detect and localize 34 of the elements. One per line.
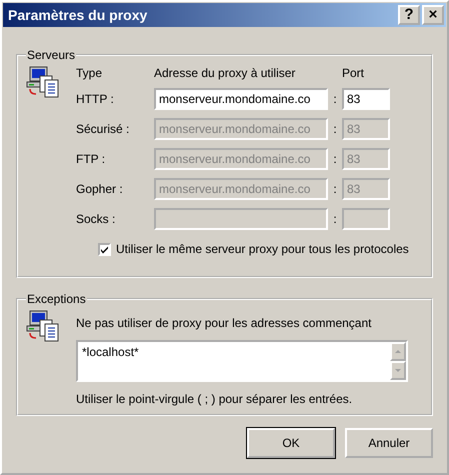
ok-button[interactable]: OK (247, 428, 335, 458)
field-label: Socks : (76, 212, 116, 226)
scroll-up-icon[interactable] (390, 342, 406, 361)
column-header: Type (76, 66, 104, 80)
separator-text: : (332, 182, 338, 196)
computer-document-icon (26, 66, 60, 98)
scrollbar[interactable] (390, 342, 406, 380)
exceptions-field[interactable]: *localhost* (76, 340, 408, 382)
address-field[interactable]: monserveur.mondomaine.co (154, 88, 328, 110)
hint-text: Utiliser le point-virgule ( ; ) pour séparer les entrées. (76, 392, 354, 406)
close-button[interactable]: × (422, 5, 444, 25)
column-header: Adresse du proxy à utiliser (154, 66, 296, 80)
port-field[interactable]: 83 (342, 88, 390, 110)
port-field[interactable] (342, 208, 390, 230)
check-icon (100, 244, 109, 254)
checkbox[interactable] (98, 242, 111, 256)
field-label: Sécurisé : (76, 122, 130, 136)
scroll-down-icon[interactable] (390, 361, 406, 380)
column-header: Port (342, 66, 366, 80)
exceptions-prompt: Ne pas utiliser de proxy pour les adresses commençant (76, 316, 372, 330)
separator-text: : (332, 92, 338, 106)
computer-document-icon (26, 310, 60, 342)
group-title: Serveurs (26, 48, 76, 62)
field-label: HTTP : (76, 92, 115, 106)
field-label: Gopher : (76, 182, 124, 196)
group-title: Exceptions (26, 292, 87, 306)
field-label: FTP : (76, 152, 106, 166)
window-title: Paramètres du proxy (8, 7, 148, 23)
cancel-button[interactable]: Annuler (345, 428, 433, 458)
help-button[interactable]: ? (398, 5, 420, 25)
separator-text: : (332, 212, 338, 226)
checkbox-label: Utiliser le même serveur proxy pour tous les protocoles (116, 242, 409, 256)
separator-text: : (332, 152, 338, 166)
separator-text: : (332, 122, 338, 136)
